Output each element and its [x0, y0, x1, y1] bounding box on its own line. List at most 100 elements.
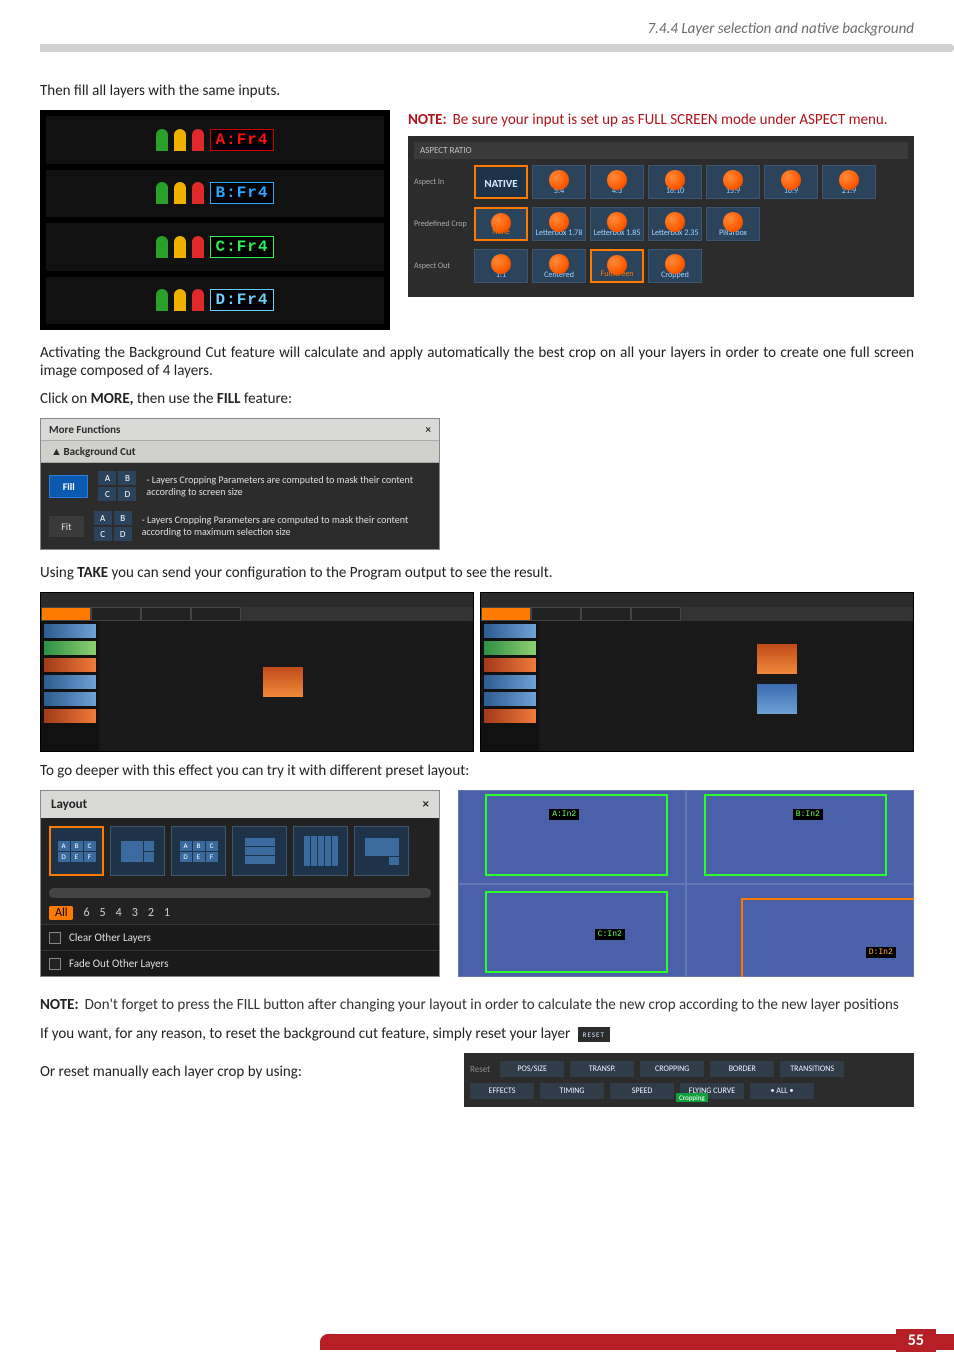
layout-opt-2[interactable] — [110, 826, 165, 876]
reset-label: Reset — [470, 1064, 490, 1075]
btn-border[interactable]: BORDER — [710, 1061, 774, 1077]
chip-out-cropped[interactable]: Cropped — [648, 249, 702, 283]
section-header: 7.4.4 Layer selection and native backgro… — [0, 0, 954, 44]
chip-crop-185[interactable]: Letterbox 1.85 — [590, 207, 644, 241]
close-icon[interactable]: × — [423, 797, 429, 812]
crop-chips: None Letterbox 1.78 Letterbox 1.85 Lette… — [474, 207, 760, 241]
layer-tag-a: A:Fr4 — [210, 129, 273, 151]
layout-preview: A:In2 B:In2 C:In2 D:In2 — [458, 790, 914, 977]
preview-tag-b: B:In2 — [793, 809, 823, 820]
chip-21-9[interactable]: 21:9 — [822, 165, 876, 199]
chip-crop-235[interactable]: Letterbox 2.35 — [648, 207, 702, 241]
reset2-paragraph: Or reset manually each layer crop by usi… — [40, 1063, 302, 1081]
reset-paragraph: If you want, for any reason, to reset th… — [40, 1025, 914, 1043]
num-6[interactable]: 6 — [83, 906, 89, 920]
close-icon[interactable]: × — [426, 423, 431, 436]
layout-opt-6[interactable] — [354, 826, 409, 876]
take-paragraph: Using TAKE you can send your configurati… — [40, 564, 914, 582]
reset-panel: Reset POS/SIZE TRANSP. CROPPING BORDER T… — [464, 1053, 914, 1107]
more-fill-paragraph: Click on MORE, then use the FILL feature… — [40, 390, 914, 408]
program-screenshot-left — [40, 592, 474, 752]
note-label: NOTE: — [408, 110, 447, 130]
checkbox-icon[interactable] — [49, 958, 61, 970]
fill-grid-icon: ABCD — [98, 471, 136, 501]
chip-crop-pillar[interactable]: Pillarbox — [706, 207, 760, 241]
out-chips: 1:1 Centered Fullscreen Cropped — [474, 249, 702, 283]
bgcut-paragraph: Activating the Background Cut feature wi… — [40, 344, 914, 380]
chip-5-4[interactable]: 5:4 — [532, 165, 586, 199]
chip-native[interactable]: NATIVE — [474, 165, 528, 199]
btn-transp[interactable]: TRANSP. — [570, 1061, 634, 1077]
layout-opt-1[interactable]: ABCDEF — [49, 826, 104, 876]
aspect-in-label: Aspect In — [414, 177, 474, 187]
fit-button[interactable]: Fit — [49, 516, 84, 537]
btn-flying-curve[interactable]: FLYING CURVECropping — [680, 1083, 744, 1099]
more-functions-dialog: More Functions × ▲ Background Cut Fill A… — [40, 418, 440, 550]
deeper-paragraph: To go deeper with this effect you can tr… — [40, 762, 914, 780]
aspect-title: ASPECT RATIO — [414, 142, 908, 159]
aspect-ratio-panel: ASPECT RATIO Aspect In NATIVE 5:4 4:3 16… — [408, 136, 914, 297]
chip-15-9[interactable]: 15:9 — [706, 165, 760, 199]
layer-tag-d: D:Fr4 — [210, 289, 273, 311]
btn-timing[interactable]: TIMING — [540, 1083, 604, 1099]
footer: 55 — [0, 1334, 954, 1350]
predefined-crop-label: Predefined Crop — [414, 219, 474, 229]
chip-out-11[interactable]: 1:1 — [474, 249, 528, 283]
layout-opt-5[interactable] — [293, 826, 348, 876]
note2-label: NOTE: — [40, 995, 79, 1015]
fill-button[interactable]: Fill — [49, 475, 88, 498]
btn-possize[interactable]: POS/SIZE — [500, 1061, 564, 1077]
page-number: 55 — [896, 1329, 936, 1352]
collapse-arrow-icon[interactable]: ▲ — [51, 445, 61, 458]
chip-16-10[interactable]: 16:10 — [648, 165, 702, 199]
header-rule — [40, 44, 954, 52]
preview-tag-a: A:In2 — [549, 809, 579, 820]
checkbox-icon[interactable] — [49, 932, 61, 944]
preview-tag-c: C:In2 — [595, 929, 625, 940]
btn-speed[interactable]: SPEED — [610, 1083, 674, 1099]
chip-16-9[interactable]: 16:9 — [764, 165, 818, 199]
layer-row-a: A:Fr4 — [46, 116, 384, 164]
program-screenshot-right — [480, 592, 914, 752]
note2-text: Don't forget to press the FILL button af… — [85, 995, 914, 1015]
layer-row-c: C:Fr4 — [46, 223, 384, 271]
layout-title: Layout — [51, 797, 87, 812]
layout-options-row: ABCDEF ABCDEF — [41, 818, 439, 884]
layer-tag-c: C:Fr4 — [210, 236, 273, 258]
fit-grid-icon: ABCD — [94, 511, 132, 541]
reset-inline-button[interactable]: RESET — [578, 1027, 610, 1042]
num-4[interactable]: 4 — [116, 906, 122, 920]
layout-opt-3[interactable]: ABCDEF — [171, 826, 226, 876]
chip-out-fullscreen[interactable]: Fullscreen — [590, 249, 644, 283]
chip-crop-178[interactable]: Letterbox 1.78 — [532, 207, 586, 241]
btn-all[interactable]: • ALL • — [750, 1083, 814, 1099]
chip-crop-none[interactable]: None — [474, 207, 528, 241]
btn-cropping[interactable]: CROPPING — [640, 1061, 704, 1077]
layout-dialog: Layout × ABCDEF ABCDEF All — [40, 790, 440, 977]
fill-desc: - Layers Cropping Parameters are compute… — [146, 474, 431, 498]
btn-effects[interactable]: EFFECTS — [470, 1083, 534, 1099]
aspect-out-label: Aspect Out — [414, 261, 474, 271]
layout-opt-4[interactable] — [232, 826, 287, 876]
num-all[interactable]: All — [49, 906, 73, 920]
layer-tag-b: B:Fr4 — [210, 182, 273, 204]
chip-out-centered[interactable]: Centered — [532, 249, 586, 283]
btn-transitions[interactable]: TRANSITIONS — [780, 1061, 844, 1077]
chip-4-3[interactable]: 4:3 — [590, 165, 644, 199]
fade-out-other-layers-option[interactable]: Fade Out Other Layers — [41, 950, 439, 976]
num-5[interactable]: 5 — [100, 906, 106, 920]
num-3[interactable]: 3 — [132, 906, 138, 920]
layout-scrollbar[interactable] — [49, 888, 431, 898]
mf-section-label: Background Cut — [64, 445, 136, 458]
preview-tag-d: D:In2 — [866, 947, 896, 958]
fit-desc: - Layers Cropping Parameters are compute… — [142, 514, 431, 538]
note1-text: Be sure your input is set up as FULL SCR… — [453, 110, 914, 130]
num-2[interactable]: 2 — [148, 906, 154, 920]
mf-title-text: More Functions — [49, 423, 120, 436]
layer-row-b: B:Fr4 — [46, 170, 384, 218]
layer-count-row: All 6 5 4 3 2 1 — [41, 902, 439, 924]
clear-other-layers-option[interactable]: Clear Other Layers — [41, 924, 439, 950]
aspect-in-chips: NATIVE 5:4 4:3 16:10 15:9 16:9 21:9 — [474, 165, 876, 199]
num-1[interactable]: 1 — [164, 906, 170, 920]
intro-text: Then fill all layers with the same input… — [40, 82, 914, 100]
